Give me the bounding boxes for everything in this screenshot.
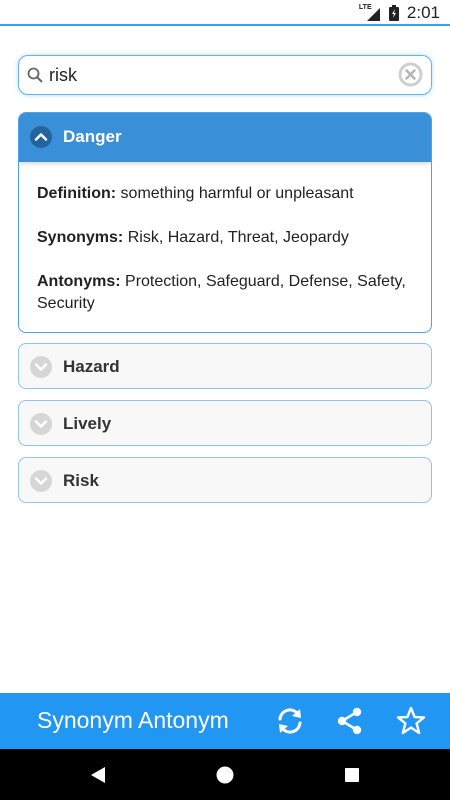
back-icon[interactable] [87, 764, 109, 786]
definition-label: Definition: [37, 185, 117, 202]
chevron-down-icon [30, 356, 52, 378]
battery-icon [388, 5, 399, 21]
result-details: Definition: something harmful or unpleas… [37, 183, 417, 332]
definition-row: Definition: something harmful or unpleas… [37, 183, 417, 205]
result-item-danger: Danger Definition: something harmful or … [18, 112, 432, 333]
bottom-app-bar: Synonym Antonym [0, 693, 450, 749]
status-time: 2:01 [406, 3, 440, 22]
status-icons: LTE 2:01 [359, 3, 440, 23]
home-icon[interactable] [214, 764, 236, 786]
chevron-down-icon [30, 470, 52, 492]
definition-text: something harmful or unpleasant [120, 185, 354, 202]
antonyms-row: Antonyms: Protection, Safeguard, Defense… [37, 271, 417, 315]
antonyms-label: Antonyms: [37, 273, 121, 290]
recents-icon[interactable] [341, 764, 363, 786]
chevron-up-icon [30, 126, 52, 148]
chevron-down-icon [30, 413, 52, 435]
clear-search-icon[interactable] [398, 62, 423, 87]
result-title: Risk [63, 471, 99, 490]
share-icon[interactable] [335, 706, 365, 736]
result-item-lively[interactable]: Lively [18, 400, 432, 446]
search-bar[interactable] [18, 55, 432, 95]
search-input[interactable] [49, 61, 389, 89]
system-navigation-bar [0, 749, 450, 800]
result-item-hazard[interactable]: Hazard [18, 343, 432, 389]
refresh-icon[interactable] [275, 706, 305, 736]
result-title: Danger [63, 127, 122, 146]
result-item-risk[interactable]: Risk [18, 457, 432, 503]
result-header-danger[interactable]: Danger [19, 113, 431, 162]
synonyms-row: Synonyms: Risk, Hazard, Threat, Jeopardy [37, 227, 417, 249]
star-icon[interactable] [396, 706, 426, 736]
app-title: Synonym Antonym [37, 707, 229, 733]
synonyms-label: Synonyms: [37, 229, 124, 246]
result-title: Lively [63, 414, 112, 433]
synonyms-text: Risk, Hazard, Threat, Jeopardy [127, 229, 349, 246]
result-title: Hazard [63, 357, 120, 376]
status-bar: LTE 2:01 [0, 0, 450, 26]
search-icon [27, 67, 43, 83]
lte-signal-icon: LTE [359, 4, 381, 22]
